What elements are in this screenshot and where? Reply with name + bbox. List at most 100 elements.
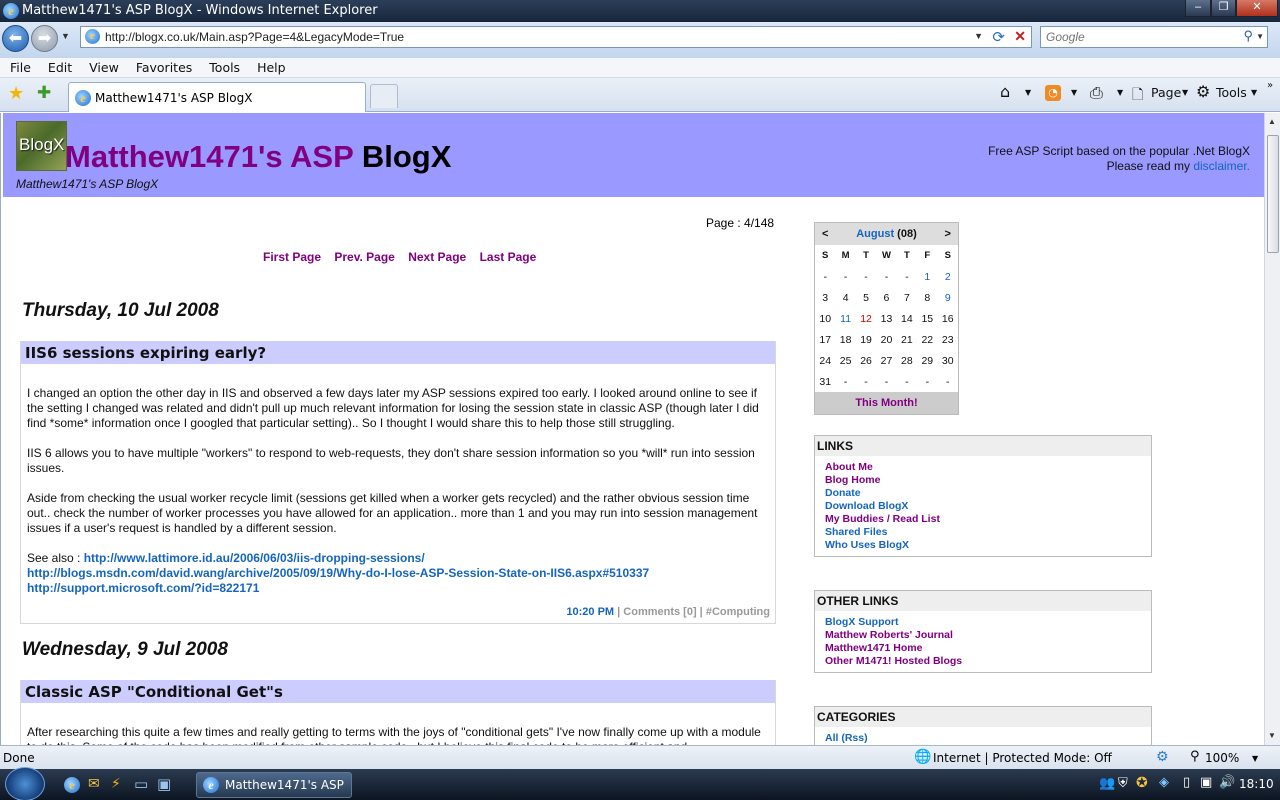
menu-edit[interactable]: Edit — [38, 58, 79, 76]
reference-link[interactable]: http://www.lattimore.id.au/2006/06/03/ii… — [84, 551, 425, 565]
refresh-icon[interactable]: ⟳ — [992, 28, 1005, 46]
sidebar-link[interactable]: About Me — [825, 461, 1151, 474]
this-month-link[interactable]: This Month! — [815, 392, 958, 414]
tray-users-icon[interactable]: 👥 — [1099, 776, 1115, 791]
menu-view[interactable]: View — [79, 58, 126, 76]
security-zone[interactable]: Internet | Protected Mode: Off — [933, 751, 1112, 765]
search-box[interactable]: ⚲ ▼ — [1040, 26, 1268, 48]
calendar-month-link[interactable]: August — [856, 228, 894, 240]
switch-windows-icon[interactable]: ▣ — [157, 775, 171, 793]
disclaimer-link[interactable]: disclaimer. — [1193, 159, 1250, 173]
category-link[interactable]: #Computing — [706, 606, 770, 618]
tools-menu[interactable]: Tools — [1216, 85, 1247, 100]
calendar-day[interactable]: 1 — [917, 266, 938, 287]
stop-icon[interactable]: ✕ — [1014, 28, 1026, 45]
sidebar-link[interactable]: My Buddies / Read List — [825, 513, 1151, 526]
reference-link[interactable]: http://support.microsoft.com/?id=822171 — [27, 581, 259, 595]
vertical-scrollbar[interactable]: ▲ ▼ — [1264, 113, 1280, 745]
print-dropdown-icon[interactable]: ▼ — [1117, 88, 1123, 97]
tray-shield-icon[interactable]: ⛨ — [1118, 776, 1128, 791]
gear-icon: ⚙ — [1196, 82, 1211, 101]
new-tab-button[interactable] — [370, 84, 398, 108]
sidebar-link[interactable]: BlogX Support — [825, 616, 1151, 629]
back-button[interactable]: ⬅ — [2, 25, 29, 52]
home-icon[interactable]: ⌂ — [1000, 82, 1010, 101]
print-icon[interactable]: ⎙ — [1090, 83, 1103, 103]
category-all-link[interactable]: All (Rss) — [825, 732, 1151, 745]
taskbar-ie-icon: e — [203, 777, 219, 793]
next-page-link[interactable]: Next Page — [408, 250, 466, 264]
feeds-icon[interactable]: ◔ — [1045, 85, 1061, 101]
post-title[interactable]: Classic ASP "Conditional Get"s — [21, 680, 775, 703]
calendar-day[interactable]: 2 — [937, 266, 958, 287]
search-input[interactable] — [1046, 30, 1236, 44]
clock[interactable]: 18:10 — [1239, 777, 1274, 791]
calendar-prev-button[interactable]: < — [815, 223, 836, 245]
scroll-down-icon[interactable]: ▼ — [1268, 731, 1276, 740]
start-button[interactable] — [5, 767, 45, 800]
last-page-link[interactable]: Last Page — [480, 250, 537, 264]
quicklaunch-app-icon[interactable]: ⚡ — [111, 776, 121, 792]
sidebar-link[interactable]: Matthew1471 Home — [825, 642, 1151, 655]
menu-favorites[interactable]: Favorites — [126, 58, 199, 76]
tray-volume-icon[interactable]: 🔊 — [1219, 775, 1235, 790]
minimize-button[interactable]: – — [1185, 0, 1211, 17]
calendar-day[interactable]: 11 — [835, 308, 856, 329]
menu-file[interactable]: File — [0, 58, 38, 76]
page-menu[interactable]: Page — [1151, 85, 1181, 100]
post-time-link[interactable]: 10:20 PM — [566, 606, 614, 618]
tab-active[interactable]: e Matthew1471's ASP BlogX — [68, 82, 366, 112]
add-favorites-icon[interactable]: ✚ — [37, 83, 51, 103]
quicklaunch-mail-icon[interactable]: ✉ — [88, 776, 100, 792]
sidebar-link[interactable]: Who Uses BlogX — [825, 539, 1151, 552]
comments-link[interactable]: Comments [0] — [623, 606, 696, 618]
menu-help[interactable]: Help — [247, 58, 293, 76]
scroll-up-icon[interactable]: ▲ — [1268, 117, 1276, 126]
quicklaunch-ie-icon[interactable]: e — [64, 777, 80, 793]
tools-dropdown-icon[interactable]: ▼ — [1251, 88, 1257, 97]
tray-app-icon[interactable]: ✪ — [1136, 775, 1148, 791]
calendar-day[interactable]: 9 — [937, 287, 958, 308]
sidebar-link[interactable]: Matthew Roberts' Journal — [825, 629, 1151, 642]
menu-tools[interactable]: Tools — [199, 58, 247, 76]
blog-title[interactable]: Matthew1471's ASP BlogX — [65, 139, 451, 175]
taskbar-ie-window[interactable]: e Matthew1471's ASP ... — [196, 772, 352, 800]
forward-button[interactable]: ➡ — [31, 25, 58, 52]
search-icon[interactable]: ⚲ — [1243, 28, 1253, 44]
sidebar-link[interactable]: Blog Home — [825, 474, 1151, 487]
tray-device-icon[interactable]: ▯ — [1183, 775, 1190, 790]
chevron-more-icon[interactable]: » — [1267, 80, 1273, 91]
page-dropdown-icon[interactable]: ▼ — [1182, 88, 1188, 97]
favorites-star-icon[interactable]: ★ — [8, 83, 24, 104]
sidebar-link[interactable]: Download BlogX — [825, 500, 1151, 513]
feeds-dropdown-icon[interactable]: ▼ — [1071, 88, 1077, 97]
calendar-next-button[interactable]: > — [937, 223, 958, 245]
show-desktop-icon[interactable]: ▭ — [134, 775, 148, 793]
blogx-logo[interactable]: BlogX — [16, 121, 67, 171]
status-bar: Done 🌐 Internet | Protected Mode: Off ⚙ … — [0, 745, 1280, 769]
sidebar-link[interactable]: Shared Files — [825, 526, 1151, 539]
calendar-day: 30 — [937, 350, 958, 371]
address-dropdown-icon[interactable]: ▼ — [974, 31, 983, 41]
close-button[interactable]: ✕ — [1236, 0, 1278, 17]
scrollbar-thumb[interactable] — [1267, 135, 1279, 253]
sidebar-link[interactable]: Donate — [825, 487, 1151, 500]
tray-network-icon[interactable]: ◈ — [1159, 775, 1169, 790]
address-url[interactable]: http://blogx.co.uk/Main.asp?Page=4&Legac… — [105, 30, 404, 44]
home-dropdown-icon[interactable]: ▼ — [1025, 88, 1031, 97]
zoom-level[interactable]: 100% — [1205, 751, 1239, 765]
first-page-link[interactable]: First Page — [263, 250, 321, 264]
address-bar[interactable]: e http://blogx.co.uk/Main.asp?Page=4&Leg… — [80, 26, 1032, 48]
maximize-button[interactable]: ❐ — [1211, 0, 1236, 17]
recent-pages-dropdown-icon[interactable]: ▼ — [61, 31, 70, 41]
zoom-icon[interactable]: ⚲ — [1190, 749, 1200, 764]
tray-display-icon[interactable]: ▣ — [1200, 775, 1212, 790]
sidebar-link[interactable]: Other M1471! Hosted Blogs — [825, 655, 1151, 668]
search-dropdown-icon[interactable]: ▼ — [1256, 32, 1264, 41]
post-title[interactable]: IIS6 sessions expiring early? — [21, 341, 775, 364]
prev-page-link[interactable]: Prev. Page — [334, 250, 394, 264]
zoom-dropdown-icon[interactable]: ▼ — [1252, 754, 1258, 763]
zone-settings-icon[interactable]: ⚙ — [1156, 749, 1169, 765]
reference-link[interactable]: http://blogs.msdn.com/david.wang/archive… — [27, 566, 649, 580]
menu-bar: File Edit View Favorites Tools Help — [0, 58, 1280, 78]
